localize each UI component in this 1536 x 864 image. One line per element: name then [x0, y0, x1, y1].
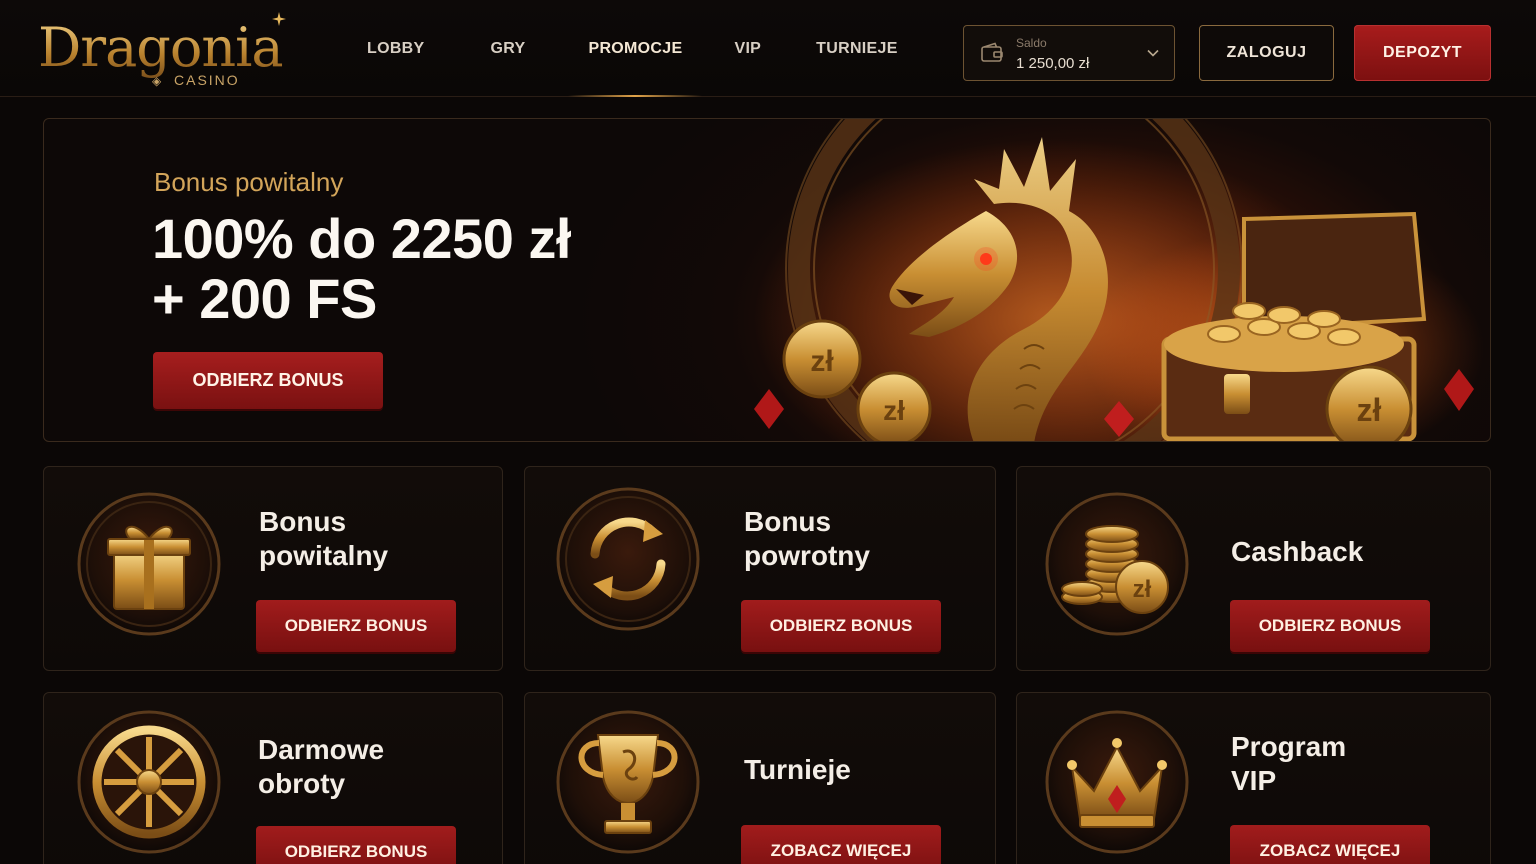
- main-nav: LOBBY GRY PROMOCJE VIP TURNIEJE: [340, 0, 898, 97]
- hero-banner: zł zł zł Bonus powitalny 100% do 2250 zł…: [43, 118, 1491, 442]
- coin-icon: zł: [782, 319, 862, 399]
- svg-text:zł: zł: [810, 345, 834, 378]
- hero-subtitle: Bonus powitalny: [154, 167, 344, 197]
- brand-logo[interactable]: Dragonia ◈ CASINO: [38, 10, 288, 90]
- gift-icon: [77, 492, 221, 636]
- card-title-line2: obroty: [258, 768, 346, 799]
- claim-bonus-button[interactable]: ODBIERZ BONUS: [741, 600, 941, 652]
- promo-card-free-spins[interactable]: Darmowe obroty ODBIERZ BONUS: [43, 692, 503, 864]
- card-title: Cashback: [1231, 535, 1363, 569]
- card-title-line2: VIP: [1231, 765, 1277, 796]
- balance-dropdown[interactable]: Saldo 1 250,00 zł: [963, 25, 1175, 81]
- nav-item-turnieje[interactable]: TURNIEJE: [816, 0, 898, 97]
- login-button[interactable]: ZALOGUJ: [1199, 25, 1334, 81]
- card-title-line1: Bonus: [744, 506, 832, 537]
- card-title-line1: Turnieje: [744, 754, 851, 785]
- hero-title: 100% do 2250 zł + 200 FS: [152, 209, 571, 329]
- card-title: Program VIP: [1231, 730, 1346, 798]
- promo-card-reload[interactable]: Bonus powrotny ODBIERZ BONUS: [524, 466, 996, 671]
- card-title-line1: Cashback: [1231, 536, 1364, 567]
- nav-item-vip[interactable]: VIP: [734, 0, 761, 97]
- hero-claim-bonus-button[interactable]: ODBIERZ BONUS: [153, 352, 383, 409]
- hero-title-line2: + 200 FS: [152, 267, 377, 330]
- trophy-icon: [556, 710, 700, 854]
- coin-icon: zł: [856, 371, 932, 441]
- card-title-line1: Program: [1231, 731, 1347, 762]
- wheel-icon: [77, 710, 221, 854]
- card-title-line2: powrotny: [744, 540, 870, 571]
- claim-bonus-button[interactable]: ODBIERZ BONUS: [256, 600, 456, 652]
- refresh-icon: [556, 487, 700, 631]
- card-title: Turnieje: [744, 753, 851, 787]
- nav-item-gry[interactable]: GRY: [491, 0, 526, 97]
- wallet-icon: [981, 42, 1003, 62]
- coin-icon: zł: [1325, 365, 1413, 441]
- card-title: Bonus powrotny: [744, 505, 870, 573]
- logo-mark-icon: ◈: [152, 74, 162, 88]
- card-title: Darmowe obroty: [258, 733, 384, 801]
- nav-item-promocje[interactable]: PROMOCJE: [568, 0, 703, 97]
- nav-item-lobby[interactable]: LOBBY: [367, 0, 425, 97]
- brand-name: Dragonia: [38, 16, 284, 79]
- coins-icon: zł: [1045, 492, 1189, 636]
- svg-text:zł: zł: [883, 395, 905, 426]
- top-header: Dragonia ◈ CASINO LOBBY GRY PROMOCJE VIP…: [0, 0, 1536, 97]
- see-more-button[interactable]: ZOBACZ WIĘCEJ: [1230, 825, 1430, 864]
- promo-card-cashback[interactable]: zł Cashback ODBIERZ BONUS: [1016, 466, 1491, 671]
- dragon-treasure-illustration: zł zł zł: [754, 119, 1484, 441]
- chevron-down-icon: [1147, 49, 1159, 57]
- brand-sub: CASINO: [174, 72, 240, 88]
- card-title-line2: powitalny: [259, 540, 389, 571]
- card-title: Bonus powitalny: [259, 505, 388, 573]
- sparkle-icon: [272, 12, 286, 26]
- deposit-button[interactable]: DEPOZYT: [1354, 25, 1491, 81]
- svg-text:zł: zł: [1133, 576, 1152, 603]
- balance-value: 1 250,00 zł: [1016, 55, 1090, 72]
- promo-card-welcome[interactable]: Bonus powitalny ODBIERZ BONUS: [43, 466, 503, 671]
- card-title-line1: Bonus: [259, 506, 347, 537]
- claim-bonus-button[interactable]: ODBIERZ BONUS: [256, 826, 456, 864]
- see-more-button[interactable]: ZOBACZ WIĘCEJ: [741, 825, 941, 864]
- card-title-line1: Darmowe: [258, 734, 385, 765]
- promo-card-vip[interactable]: Program VIP ZOBACZ WIĘCEJ: [1016, 692, 1491, 864]
- hero-title-line1: 100% do 2250 zł: [152, 207, 571, 270]
- claim-bonus-button[interactable]: ODBIERZ BONUS: [1230, 600, 1430, 652]
- balance-label: Saldo: [1016, 36, 1047, 50]
- crown-icon: [1045, 710, 1189, 854]
- svg-text:zł: zł: [1357, 392, 1382, 428]
- promo-card-tournaments[interactable]: Turnieje ZOBACZ WIĘCEJ: [524, 692, 996, 864]
